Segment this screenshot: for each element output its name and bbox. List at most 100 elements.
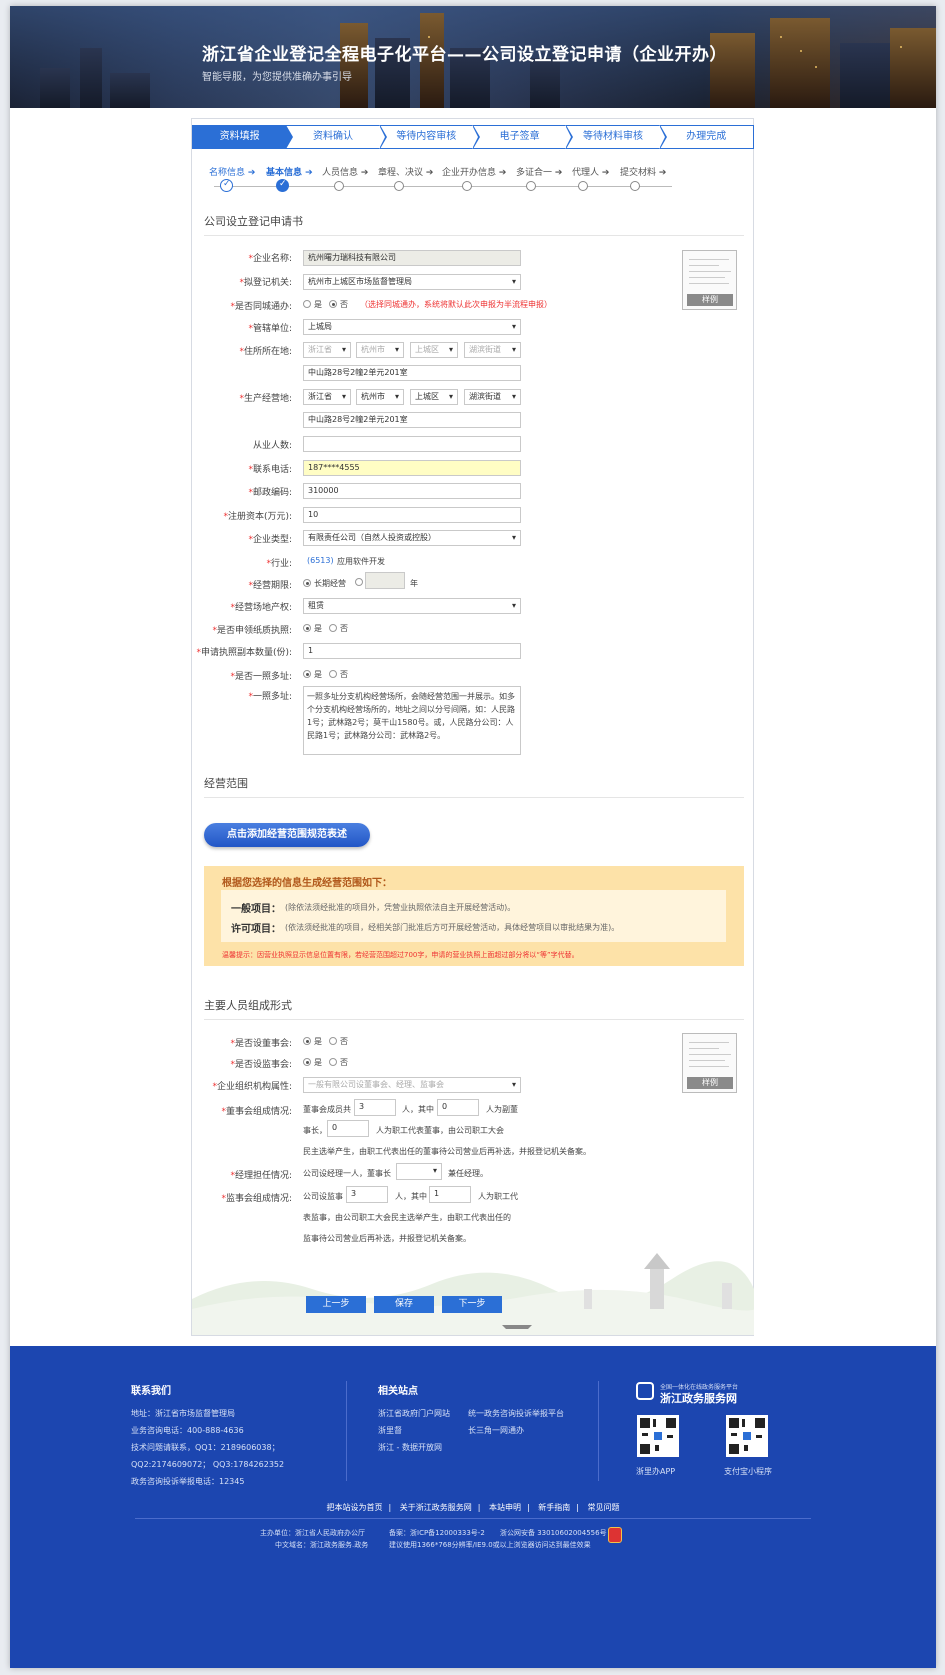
supervisor-text: 表监事，由公司职工大会民主选举产生，由职工代表出任的	[303, 1213, 511, 1222]
substep-submit[interactable]: 提交材料 ➔	[620, 165, 666, 178]
capital-field[interactable]: 10	[303, 507, 521, 523]
industry-code-link[interactable]: (6513)	[307, 556, 334, 565]
site-link[interactable]: 浙江 - 数据开放网	[378, 1442, 442, 1453]
multi-no-radio[interactable]: 否	[329, 669, 348, 680]
org-select[interactable]: 一般有限公司设董事会、经理、监事会	[303, 1077, 521, 1093]
label-copies: *申请执照副本数量(份):	[196, 648, 292, 658]
jurisdiction-select[interactable]: 上城局	[303, 319, 521, 335]
site-link[interactable]: 浙江省政府门户网站	[378, 1408, 450, 1419]
substep-multi-cert[interactable]: 多证合一 ➔	[516, 165, 562, 178]
substep-name[interactable]: 名称信息 ➔	[209, 165, 255, 178]
step-5: 等待材料审核	[566, 125, 667, 149]
save-button[interactable]: 保存	[374, 1296, 434, 1313]
board-staff-field[interactable]: 0	[327, 1120, 369, 1137]
page-subtitle: 智能导服，为您提供准确办事引导	[202, 72, 352, 83]
board-vice-field[interactable]: 0	[437, 1099, 479, 1116]
production-province-select[interactable]: 浙江省	[303, 389, 351, 405]
industry-name: 应用软件开发	[337, 557, 385, 566]
step-4: 电子签章	[473, 125, 574, 149]
paper-yes-radio[interactable]: 是	[303, 623, 322, 634]
same-city-note: （选择同城通办，系统将默认此次申报为半流程申报）	[360, 300, 552, 309]
site-link[interactable]: 统一政务咨询投诉举报平台	[468, 1408, 564, 1419]
board-text: 民主选举产生，由职工代表出任的董事待公司营业后再补选，并报登记机关备案。	[303, 1147, 591, 1156]
contact-line: 地址：浙江省市场监督管理局	[131, 1409, 235, 1418]
label-board: *是否设董事会:	[230, 1039, 292, 1049]
production-city-select[interactable]: 杭州市	[356, 389, 404, 405]
multi-address-textarea[interactable]: 一照多址分支机构经营场所，会随经营范围一并展示。如多个分支机构经营场所的，地址之…	[303, 686, 521, 755]
board-text: 董事会成员共	[303, 1105, 351, 1114]
label-employees: 从业人数:	[252, 441, 292, 451]
footer-link[interactable]: 常见问题	[588, 1503, 620, 1512]
step-label: 资料确认	[312, 131, 353, 142]
next-button[interactable]: 下一步	[442, 1296, 502, 1313]
premises-select[interactable]: 租赁	[303, 598, 521, 614]
same-city-no-radio[interactable]: 否	[329, 299, 348, 310]
board-members-field[interactable]: 3	[354, 1099, 396, 1116]
scope-header: 根据您选择的信息生成经营范围如下：	[222, 878, 392, 889]
authority-select[interactable]: 杭州市上城区市场监督管理局	[303, 274, 521, 290]
police-badge-icon	[608, 1527, 622, 1543]
address-city-select[interactable]: 杭州市	[356, 342, 404, 358]
form-panel: 资料填报 资料确认 等待内容审核 电子签章 等待材料审核 办理完成 名称信息 ➔…	[191, 118, 754, 1336]
multi-yes-radio[interactable]: 是	[303, 669, 322, 680]
step-1: 资料填报	[193, 125, 294, 149]
footer-link[interactable]: 关于浙江政务服务网	[400, 1503, 472, 1512]
substep-basic[interactable]: 基本信息 ➔	[266, 165, 313, 178]
address-province-select[interactable]: 浙江省	[303, 342, 351, 358]
step-label: 等待内容审核	[396, 131, 457, 142]
term-years-field[interactable]	[365, 572, 405, 589]
site-link[interactable]: 长三角一网通办	[468, 1425, 524, 1436]
step-dot	[526, 181, 536, 191]
manager-select[interactable]	[396, 1163, 442, 1180]
address-district-select[interactable]: 上城区	[410, 342, 458, 358]
footer-link[interactable]: 把本站设为首页	[327, 1503, 383, 1512]
phone-field[interactable]: 187****4555	[303, 460, 521, 476]
company-name-field[interactable]: 杭州曙力瑞科技有限公司	[303, 250, 521, 266]
general-text: (除依法须经批准的项目外，凭营业执照依法自主开展经营活动)。	[285, 903, 516, 912]
footer-host: 主办单位：浙江省人民政府办公厅	[260, 1529, 365, 1537]
production-detail-field[interactable]: 中山路28号2幢2单元201室	[303, 412, 521, 428]
production-street-select[interactable]: 湖滨街道	[464, 389, 521, 405]
label-production: *生产经营地:	[239, 394, 292, 404]
footer-police: 浙公网安备 33010602004556号	[500, 1529, 607, 1537]
address-detail-field[interactable]: 中山路28号2幢2单元201室	[303, 365, 521, 381]
sample-document-personnel[interactable]: 样例	[682, 1033, 737, 1093]
same-city-yes-radio[interactable]: 是	[303, 299, 322, 310]
paper-no-radio[interactable]: 否	[329, 623, 348, 634]
section-title-personnel: 主要人员组成形式	[204, 999, 292, 1012]
substep-agent[interactable]: 代理人 ➔	[572, 165, 609, 178]
production-district-select[interactable]: 上城区	[410, 389, 458, 405]
step-dot	[630, 181, 640, 191]
footer-contact-title: 联系我们	[131, 1386, 171, 1397]
label-multi-address-text: *一照多址:	[248, 692, 292, 702]
add-scope-button[interactable]: 点击添加经营范围规范表述	[204, 823, 370, 847]
footer-link[interactable]: 本站申明	[489, 1503, 521, 1512]
supervisor-staff-field[interactable]: 1	[429, 1186, 471, 1203]
prev-button[interactable]: 上一步	[306, 1296, 366, 1313]
copies-field[interactable]: 1	[303, 643, 521, 659]
term-long-radio[interactable]: 长期经营	[303, 578, 346, 589]
substep-opening[interactable]: 企业开办信息 ➔	[442, 165, 506, 178]
contact-line: QQ2:2174609072； QQ3:1784262352	[131, 1460, 285, 1469]
label-capital: *注册资本(万元):	[223, 512, 292, 522]
label-board-composition: *董事会组成情况:	[221, 1107, 292, 1117]
license-label: 许可项目：	[231, 924, 281, 935]
board-yes-radio[interactable]: 是	[303, 1036, 322, 1047]
sample-document[interactable]: 样例	[682, 250, 737, 310]
gov-logo-icon	[636, 1382, 654, 1400]
footer-link[interactable]: 新手指南	[538, 1503, 570, 1512]
company-type-select[interactable]: 有限责任公司（自然人投资或控股）	[303, 530, 521, 546]
substep-charter[interactable]: 章程、决议 ➔	[378, 165, 433, 178]
address-street-select[interactable]: 湖滨街道	[464, 342, 521, 358]
site-link[interactable]: 浙里督	[378, 1425, 402, 1436]
contact-line: 业务咨询电话：400-888-4636	[131, 1426, 244, 1435]
supervisors-yes-radio[interactable]: 是	[303, 1057, 322, 1068]
board-no-radio[interactable]: 否	[329, 1036, 348, 1047]
supervisors-no-radio[interactable]: 否	[329, 1057, 348, 1068]
supervisor-count-field[interactable]: 3	[346, 1186, 388, 1203]
qr-code-alipay	[726, 1415, 768, 1457]
label-premises: *经营场地产权:	[230, 603, 292, 613]
employees-field[interactable]	[303, 436, 521, 452]
postcode-field[interactable]: 310000	[303, 483, 521, 499]
substep-people[interactable]: 人员信息 ➔	[322, 165, 368, 178]
